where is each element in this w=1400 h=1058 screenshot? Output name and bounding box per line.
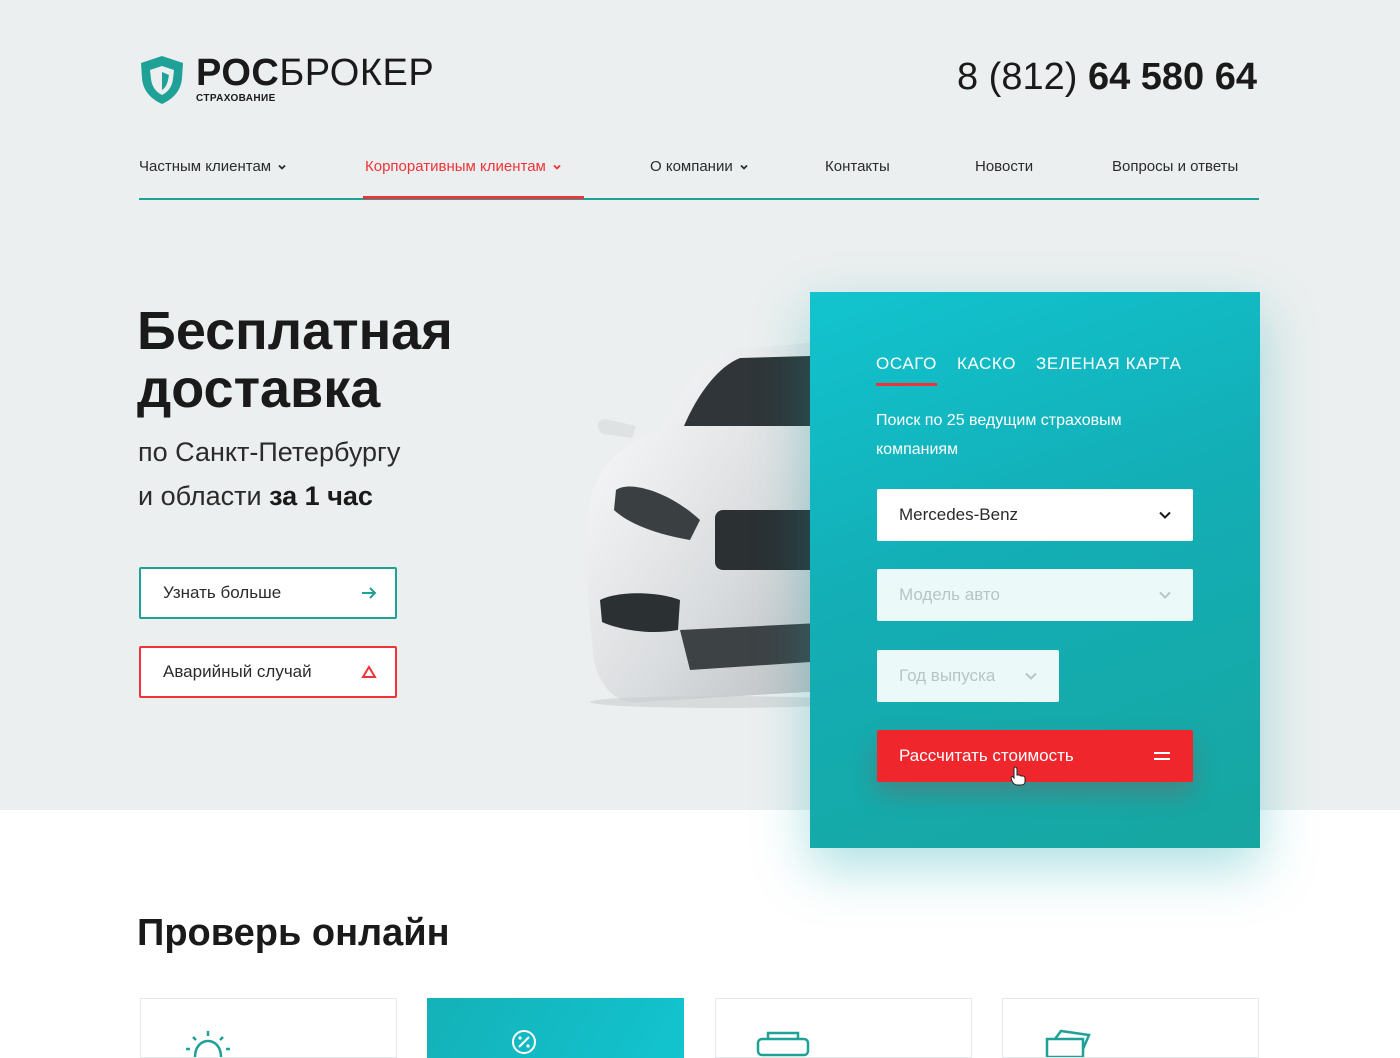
hero-title: Бесплатная доставка bbox=[137, 302, 453, 418]
calculate-button-label: Рассчитать стоимость bbox=[899, 746, 1074, 765]
warning-triangle-icon bbox=[361, 665, 377, 678]
calculator-tabs: ОСАГО КАСКО ЗЕЛЕНАЯ КАРТА bbox=[876, 354, 1202, 386]
chevron-down-icon bbox=[278, 164, 286, 170]
nav-item-label: Контакты bbox=[825, 158, 890, 175]
chevron-down-icon bbox=[740, 164, 748, 170]
learn-more-button[interactable]: Узнать больше bbox=[139, 567, 397, 619]
hero-subtitle-highlight: за 1 час bbox=[269, 481, 373, 511]
calculate-button[interactable]: Рассчитать стоимость bbox=[877, 730, 1193, 782]
documents-icon bbox=[1045, 1029, 1091, 1057]
car-model-placeholder: Модель авто bbox=[899, 585, 1000, 604]
tab-osago[interactable]: ОСАГО bbox=[876, 354, 937, 386]
hero-title-line: доставка bbox=[137, 359, 381, 419]
check-online-title: Проверь онлайн bbox=[137, 912, 450, 954]
calculator-description: Поиск по 25 ведущим страховым компаниям bbox=[876, 412, 1122, 458]
logo-brand-bold: РОС bbox=[196, 52, 280, 94]
service-card-active[interactable] bbox=[427, 998, 684, 1058]
car-brand-value: Mercedes-Benz bbox=[899, 505, 1019, 524]
nav-item-label: Корпоративным клиентам bbox=[365, 158, 546, 175]
logo[interactable]: РОСБРОКЕР СТРАХОВАНИЕ bbox=[138, 54, 434, 106]
hero-title-line: Бесплатная bbox=[137, 301, 453, 361]
menu-lines-icon bbox=[1154, 752, 1170, 760]
accident-label: Аварийный случай bbox=[163, 662, 312, 681]
hero-subtitle-line2: и области за 1 час bbox=[138, 474, 400, 518]
nav-item-news[interactable]: Новости bbox=[975, 158, 1033, 175]
phone-prefix: 8 (812) bbox=[956, 56, 1078, 98]
logo-tagline: СТРАХОВАНИЕ bbox=[196, 93, 276, 104]
logo-brand-light: БРОКЕР bbox=[279, 52, 435, 94]
car-year-select[interactable]: Год выпуска bbox=[877, 650, 1059, 702]
nav-item-private-clients[interactable]: Частным клиентам bbox=[139, 158, 286, 175]
nav-item-faq[interactable]: Вопросы и ответы bbox=[1112, 158, 1238, 175]
chevron-down-icon bbox=[1159, 511, 1171, 519]
car-image bbox=[586, 340, 840, 708]
cursor-hand-icon bbox=[1010, 766, 1026, 786]
chevron-down-icon bbox=[1159, 591, 1171, 599]
shield-logo-icon bbox=[141, 56, 183, 104]
phone-main: 64 580 64 bbox=[1087, 56, 1257, 98]
nav-item-corporate-clients[interactable]: Корпоративным клиентам bbox=[365, 158, 561, 175]
accident-button[interactable]: Аварийный случай bbox=[139, 646, 397, 698]
license-plate-icon bbox=[756, 1031, 810, 1057]
nav-item-label: О компании bbox=[650, 158, 733, 175]
service-card[interactable] bbox=[715, 998, 972, 1058]
chevron-down-icon bbox=[1025, 672, 1037, 680]
service-card[interactable] bbox=[1002, 998, 1259, 1058]
hero-subtitle-prefix: и области bbox=[138, 481, 262, 511]
nav-item-label: Частным клиентам bbox=[139, 158, 272, 175]
insurance-calculator: ОСАГО КАСКО ЗЕЛЕНАЯ КАРТА Поиск по 25 ве… bbox=[810, 292, 1260, 848]
arrow-right-icon bbox=[362, 587, 377, 599]
nav-active-indicator bbox=[363, 196, 584, 199]
car-year-placeholder: Год выпуска bbox=[899, 666, 996, 685]
tab-kasko[interactable]: КАСКО bbox=[957, 354, 1016, 386]
discount-icon bbox=[512, 1030, 536, 1054]
service-card[interactable] bbox=[140, 998, 397, 1058]
phone-number[interactable]: 8 (812) 64 580 64 bbox=[957, 56, 1257, 99]
nav-item-about[interactable]: О компании bbox=[650, 158, 748, 175]
alarm-light-icon bbox=[186, 1031, 230, 1057]
tab-green-card[interactable]: ЗЕЛЕНАЯ КАРТА bbox=[1036, 354, 1182, 386]
hero-subtitle: по Санкт-Петербургу и области за 1 час bbox=[138, 430, 400, 518]
nav-item-contacts[interactable]: Контакты bbox=[825, 158, 890, 175]
car-brand-select[interactable]: Mercedes-Benz bbox=[877, 489, 1193, 541]
nav-item-label: Вопросы и ответы bbox=[1112, 158, 1239, 175]
learn-more-label: Узнать больше bbox=[163, 583, 282, 602]
nav-item-label: Новости bbox=[975, 158, 1034, 175]
car-model-select[interactable]: Модель авто bbox=[877, 569, 1193, 621]
chevron-down-icon bbox=[553, 164, 561, 170]
hero-subtitle-line: по Санкт-Петербургу bbox=[138, 437, 401, 467]
main-nav: Частным клиентам Корпоративным клиентам … bbox=[139, 152, 1259, 200]
logo-wordmark: РОСБРОКЕР bbox=[196, 54, 434, 92]
